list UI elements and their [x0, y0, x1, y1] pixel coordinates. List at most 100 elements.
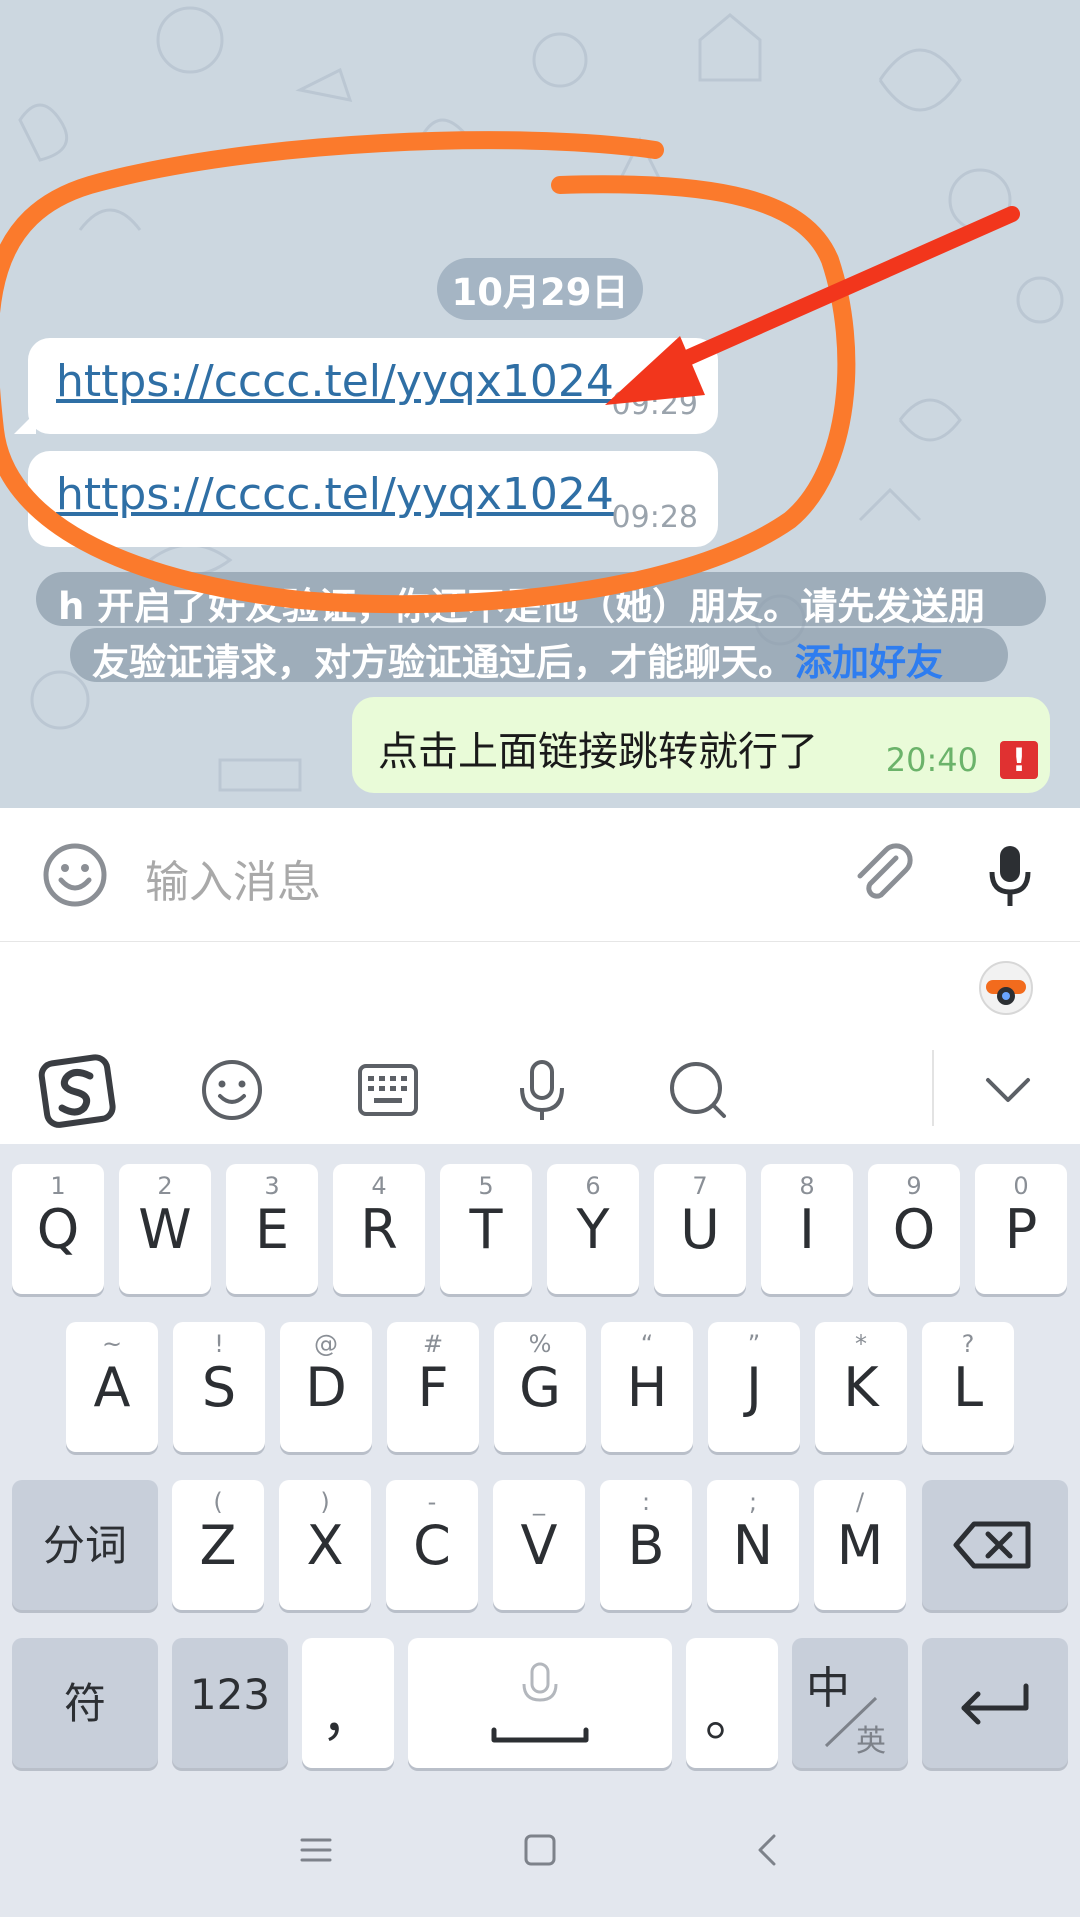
paperclip-icon[interactable] [848, 840, 918, 910]
key-label: A [93, 1356, 131, 1419]
key-t[interactable]: 5T [440, 1164, 532, 1294]
key-secondary-label: : [641, 1488, 651, 1516]
key-l[interactable]: ? L [922, 1322, 1014, 1452]
key-a[interactable]: ~ A [66, 1322, 158, 1452]
outgoing-message: 点击上面链接跳转就行了 20:40 ! [352, 697, 1050, 793]
backspace-icon [953, 1521, 1031, 1569]
key-secondary-label: “ [640, 1330, 654, 1358]
incoming-message: https://cccc.tel/yyqx1024 09:28 [28, 451, 718, 547]
key-d[interactable]: @ D [280, 1322, 372, 1452]
add-friend-link[interactable]: 添加好友 [795, 641, 943, 684]
key-b[interactable]: :B [600, 1480, 692, 1610]
message-input-bar: 输入消息 [0, 808, 1080, 942]
key-r[interactable]: 4R [333, 1164, 425, 1294]
system-notice: h 开启了好友验证，你还不是他（她）朋友。请先发送朋 友验证请求，对方验证通过后… [30, 572, 1050, 684]
key-h[interactable]: “H [601, 1322, 693, 1452]
outgoing-message-time: 20:40 [885, 741, 978, 779]
key-label: V [520, 1514, 558, 1577]
enter-key[interactable] [922, 1638, 1068, 1768]
key-label: H [626, 1356, 668, 1419]
key-n[interactable]: ; N [707, 1480, 799, 1610]
key-secondary-label: 7 [692, 1172, 708, 1200]
number-key[interactable]: 123 [172, 1638, 288, 1768]
key-label: G [519, 1356, 561, 1419]
menu-icon[interactable] [288, 1822, 344, 1878]
key-label: D [305, 1356, 347, 1419]
outgoing-message-text: 点击上面链接跳转就行了 [378, 729, 818, 775]
key-f[interactable]: # F [387, 1322, 479, 1452]
key-label: E [254, 1198, 290, 1261]
system-navigation-bar [0, 1780, 1080, 1917]
key-c[interactable]: -C [386, 1480, 478, 1610]
key-j[interactable]: ” J [708, 1322, 800, 1452]
key-e[interactable]: 3E [226, 1164, 318, 1294]
key-secondary-label: ~ [101, 1330, 123, 1358]
space-key[interactable] [408, 1638, 672, 1768]
key-secondary-label: * [855, 1330, 867, 1358]
sogou-mascot-icon[interactable] [976, 956, 1036, 1016]
message-input[interactable]: 输入消息 [145, 846, 321, 910]
key-i[interactable]: 8I [761, 1164, 853, 1294]
message-time: 09:28 [611, 500, 698, 535]
symbol-key[interactable]: 符 [12, 1638, 158, 1768]
chevron-down-icon[interactable] [968, 1050, 1048, 1130]
key-label: L [952, 1356, 984, 1419]
segment-key[interactable]: 分词 [12, 1480, 158, 1610]
key-secondary-label: 4 [371, 1172, 387, 1200]
key-secondary-label: ” [747, 1330, 761, 1358]
key-w[interactable]: 2W [119, 1164, 211, 1294]
key-secondary-label: 2 [157, 1172, 173, 1200]
key-label: U [680, 1198, 720, 1261]
message-time: 09:29 [611, 387, 698, 422]
backspace-key[interactable] [922, 1480, 1068, 1610]
smile-icon[interactable] [42, 842, 108, 908]
key-p[interactable]: 0P [975, 1164, 1067, 1294]
key-label: C [413, 1514, 451, 1577]
incoming-message: https://cccc.tel/yyqx1024 09:29 [14, 338, 718, 434]
system-notice-text: 友验证请求，对方验证通过后，才能聊天。 [92, 641, 795, 684]
emoji-icon[interactable] [192, 1050, 272, 1130]
period-key-label: 。 [705, 1685, 759, 1748]
enter-icon [961, 1683, 1029, 1725]
message-link[interactable]: https://cccc.tel/yyqx1024 [56, 356, 614, 407]
key-label: K [843, 1356, 879, 1419]
message-link[interactable]: https://cccc.tel/yyqx1024 [56, 469, 614, 520]
voice-icon[interactable] [502, 1050, 582, 1130]
comma-key[interactable]: ， [302, 1638, 394, 1768]
search-icon[interactable] [658, 1050, 738, 1130]
key-v[interactable]: _ V [493, 1480, 585, 1610]
key-label: Y [576, 1198, 610, 1261]
key-q[interactable]: 1Q [12, 1164, 104, 1294]
key-y[interactable]: 6Y [547, 1164, 639, 1294]
key-secondary-label: / [855, 1488, 865, 1516]
key-m[interactable]: / M [814, 1480, 906, 1610]
key-secondary-label: _ [533, 1488, 545, 1516]
key-x[interactable]: ) X [279, 1480, 371, 1610]
key-s[interactable]: ! S [173, 1322, 265, 1452]
key-secondary-label: # [422, 1330, 444, 1358]
key-secondary-label: ( [213, 1488, 223, 1516]
number-key-label: 123 [189, 1670, 271, 1719]
key-k[interactable]: * K [815, 1322, 907, 1452]
sogou-logo-icon[interactable] [38, 1050, 118, 1130]
keyboard-icon[interactable] [348, 1050, 428, 1130]
send-failed-icon[interactable]: ! [1000, 741, 1038, 779]
key-secondary-label: 0 [1013, 1172, 1029, 1200]
ime-toolbar [0, 1032, 1080, 1144]
key-label: P [1004, 1198, 1038, 1261]
key-secondary-label: 9 [906, 1172, 922, 1200]
home-square-icon[interactable] [512, 1822, 568, 1878]
period-key[interactable]: 。 [686, 1638, 778, 1768]
language-switch-key[interactable]: 中 英 [792, 1638, 908, 1768]
back-chevron-icon[interactable] [740, 1822, 796, 1878]
key-g[interactable]: % G [494, 1322, 586, 1452]
key-o[interactable]: 9O [868, 1164, 960, 1294]
key-secondary-label: 6 [585, 1172, 601, 1200]
date-separator: 10月29日 [437, 258, 643, 320]
key-u[interactable]: 7U [654, 1164, 746, 1294]
system-notice-line1: h 开启了好友验证，你还不是他（她）朋友。请先发送朋 [36, 572, 1046, 626]
key-z[interactable]: (Z [172, 1480, 264, 1610]
key-secondary-label: ; [748, 1488, 758, 1516]
microphone-icon[interactable] [982, 840, 1038, 910]
comma-key-label: ， [321, 1685, 375, 1748]
